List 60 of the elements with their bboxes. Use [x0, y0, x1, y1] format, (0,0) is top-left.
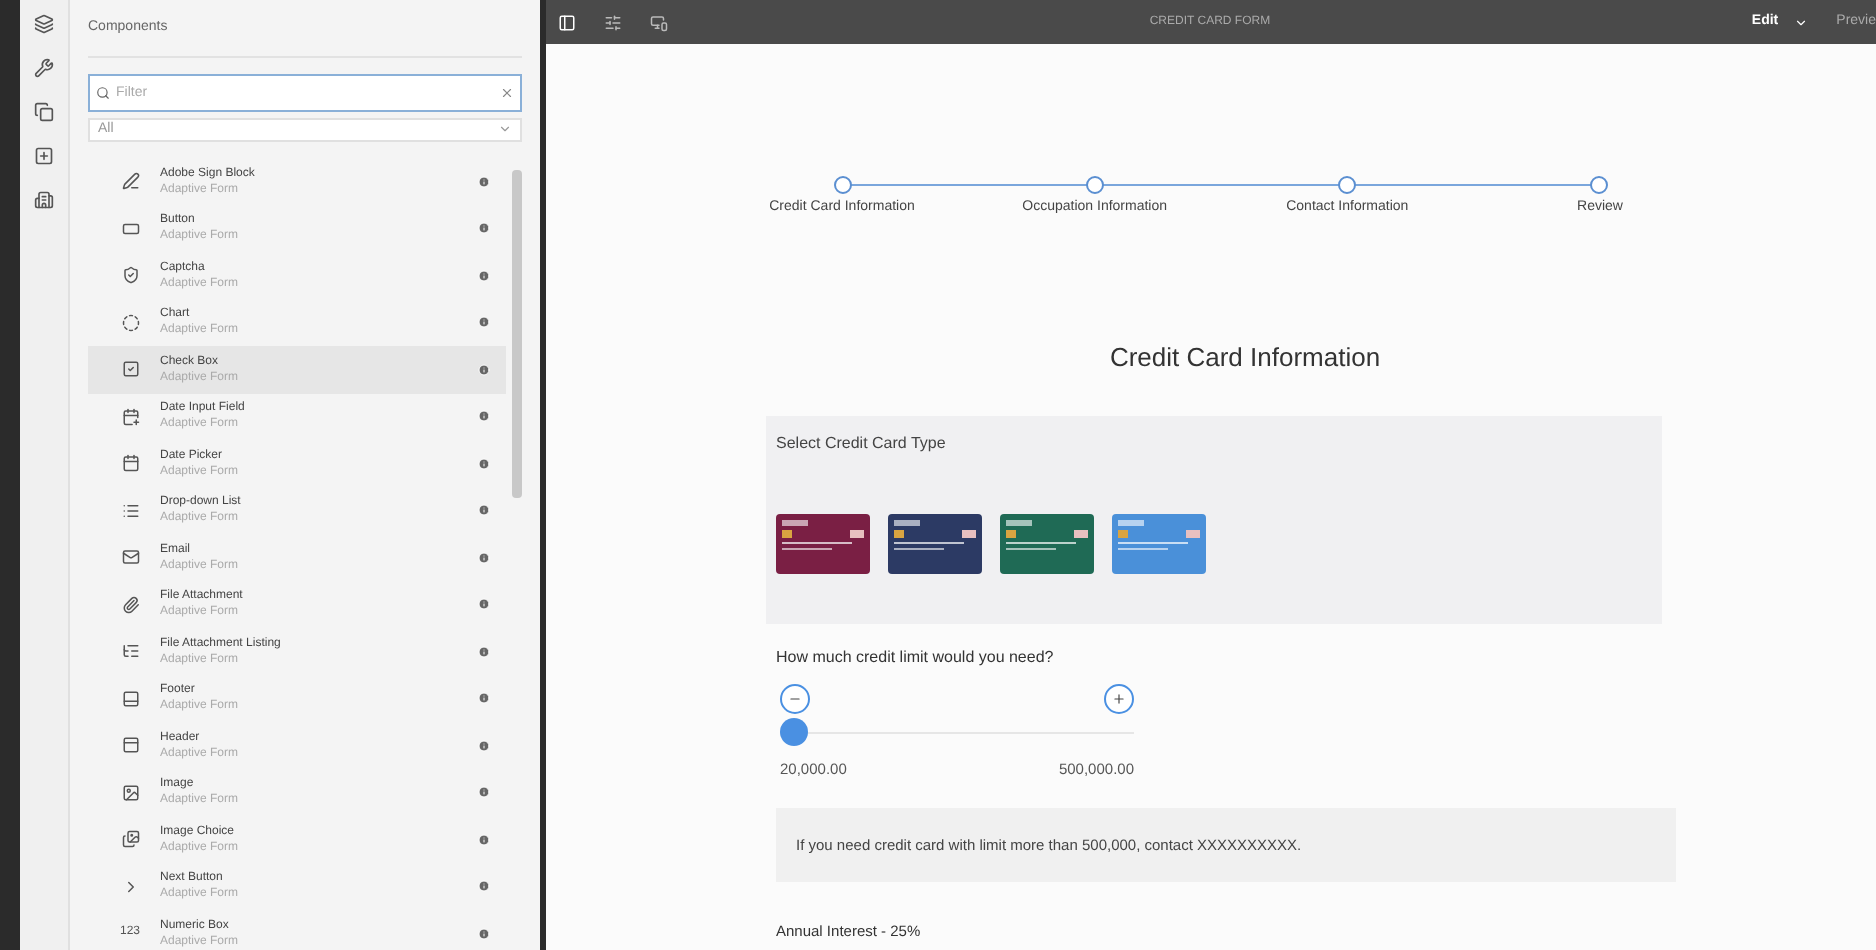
- info-icon[interactable]: [478, 927, 490, 940]
- credit-card-image[interactable]: [1000, 514, 1094, 574]
- credit-card-image[interactable]: [888, 514, 982, 574]
- paperclip-icon: [121, 595, 139, 614]
- card-type-label: Select Credit Card Type: [776, 432, 948, 456]
- caret-icon: [1794, 15, 1809, 29]
- step-marker[interactable]: [1590, 176, 1609, 194]
- info-icon[interactable]: [478, 551, 490, 564]
- search-icon: [96, 85, 110, 99]
- limit-question: How much credit limit would you need?: [776, 646, 1056, 670]
- square-plus-icon[interactable]: [34, 146, 54, 166]
- info-icon[interactable]: [478, 598, 490, 611]
- caret-icon: [498, 122, 512, 137]
- info-icon[interactable]: [478, 457, 490, 470]
- step-marker[interactable]: [1338, 176, 1357, 194]
- info-icon[interactable]: [478, 504, 490, 517]
- list-tree-icon: [121, 642, 139, 661]
- info-icon[interactable]: [478, 833, 490, 846]
- calendar-plus-icon: [121, 407, 139, 426]
- info-icon[interactable]: [478, 692, 490, 705]
- side-panel-icon[interactable]: [558, 13, 576, 31]
- signature-icon: [121, 172, 139, 191]
- copy-icon[interactable]: [34, 102, 54, 122]
- increase-button[interactable]: [1104, 684, 1134, 714]
- wrench-icon[interactable]: [34, 58, 54, 78]
- plus-icon: [1112, 692, 1126, 706]
- section-heading: Credit Card Information: [1109, 339, 1381, 375]
- footer-panel-icon: [121, 689, 139, 708]
- info-icon[interactable]: [478, 410, 490, 423]
- info-icon[interactable]: [478, 645, 490, 658]
- mail-icon: [121, 548, 139, 567]
- calendar-icon: [121, 454, 139, 473]
- devices-icon[interactable]: [650, 13, 668, 31]
- info-icon[interactable]: [478, 880, 490, 893]
- checkbox-icon: [121, 360, 139, 379]
- images-icon: [121, 830, 139, 849]
- decrease-button[interactable]: [780, 684, 810, 714]
- ring-icon: [121, 313, 139, 332]
- image-icon: [121, 783, 139, 802]
- step-marker[interactable]: [1085, 176, 1104, 194]
- limit-slider[interactable]: [780, 718, 1134, 746]
- info-icon[interactable]: [478, 363, 490, 376]
- minus-icon: [788, 692, 802, 706]
- info-icon[interactable]: [478, 316, 490, 329]
- button-shape-icon: [121, 219, 139, 238]
- info-icon[interactable]: [478, 222, 490, 235]
- shield-check-icon: [121, 266, 139, 285]
- slider-thumb[interactable]: [780, 718, 808, 746]
- info-icon[interactable]: [478, 786, 490, 799]
- sliders-icon[interactable]: [604, 13, 622, 31]
- info-icon[interactable]: [478, 175, 490, 188]
- info-icon[interactable]: [478, 739, 490, 752]
- step-marker[interactable]: [833, 176, 851, 194]
- info-icon[interactable]: [478, 269, 490, 282]
- credit-card-image[interactable]: [776, 514, 870, 574]
- list-icon: [121, 501, 139, 520]
- building-icon[interactable]: [34, 190, 54, 210]
- header-panel-icon: [121, 736, 139, 755]
- layers-icon[interactable]: [34, 14, 54, 34]
- clear-icon[interactable]: [500, 85, 514, 99]
